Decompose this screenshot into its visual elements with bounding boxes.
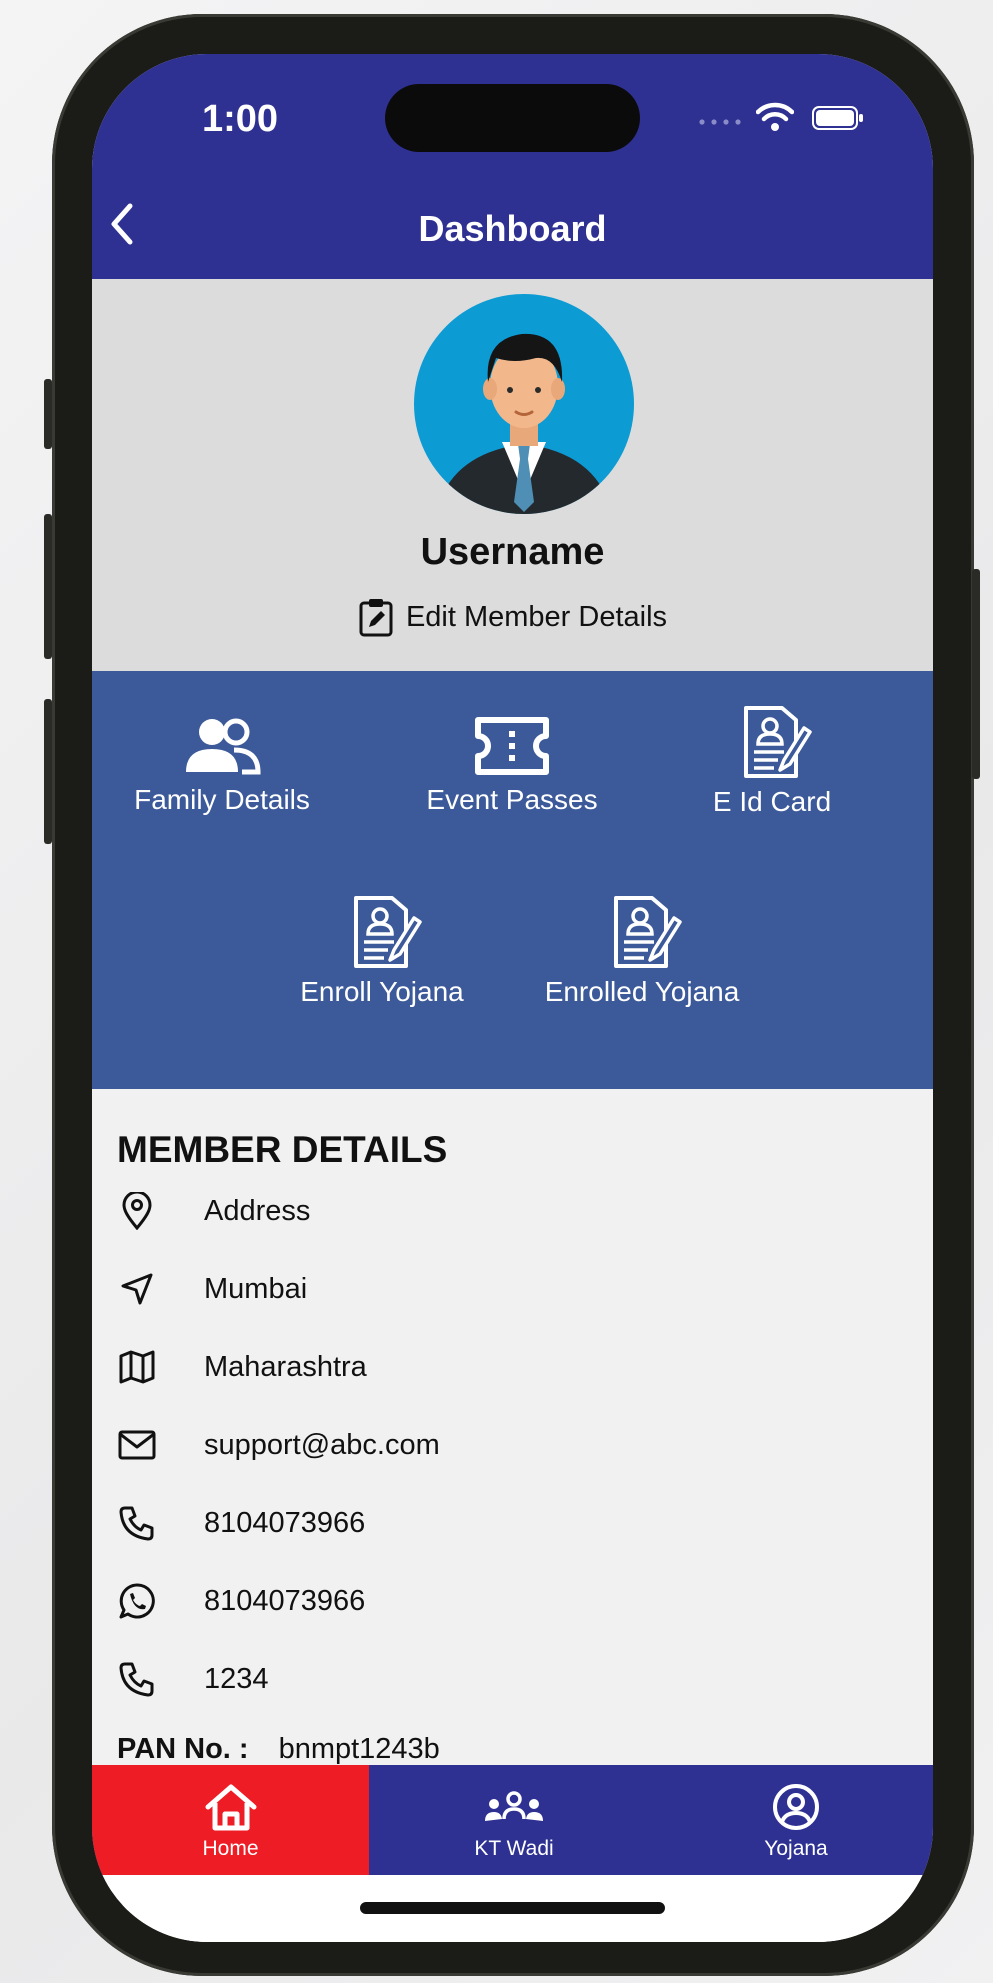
page-title: Dashboard	[418, 208, 607, 249]
mute-switch	[44, 379, 52, 449]
detail-row-city: Mumbai	[117, 1264, 307, 1314]
detail-row-phone[interactable]: 8104073966	[117, 1498, 365, 1548]
enroll-yojana-button[interactable]: Enroll Yojana	[262, 896, 502, 1008]
status-time: 1:00	[202, 98, 279, 140]
quick-actions: Family Details Event Passes E Id Card En…	[92, 671, 933, 1089]
detail-value: 1234	[204, 1662, 269, 1695]
detail-value: 8104073966	[204, 1584, 366, 1617]
tab-label: Home	[202, 1837, 259, 1860]
form-icon	[354, 896, 422, 968]
action-label: E Id Card	[712, 786, 832, 817]
action-label: Event Passes	[426, 784, 598, 815]
phone-icon	[119, 1662, 154, 1697]
id-card-icon	[744, 706, 812, 778]
detail-row-address: Address	[117, 1186, 310, 1236]
detail-value: 8104073966	[204, 1506, 366, 1539]
ticket-icon	[475, 717, 549, 775]
mail-icon	[118, 1430, 156, 1460]
tab-yojana[interactable]: Yojana	[659, 1765, 933, 1875]
tab-label: Yojana	[764, 1837, 828, 1860]
member-details-section: MEMBER DETAILS Address Mumbai Maharashtr…	[92, 1089, 933, 1765]
edit-member-details-label: Edit Member Details	[405, 600, 668, 633]
detail-row-pan: PAN No. : bnmpt1243b	[117, 1724, 440, 1765]
signal-icon	[699, 119, 741, 125]
detail-value: Mumbai	[204, 1272, 308, 1305]
family-icon	[186, 718, 261, 775]
detail-row-whatsapp[interactable]: 8104073966	[117, 1576, 365, 1626]
avatar[interactable]	[414, 294, 634, 514]
username: Username	[420, 531, 605, 573]
whatsapp-icon	[119, 1583, 155, 1619]
member-details-title: MEMBER DETAILS	[117, 1129, 448, 1170]
action-label: Enroll Yojana	[300, 976, 464, 1007]
home-icon	[205, 1784, 256, 1831]
home-indicator[interactable]	[360, 1902, 665, 1914]
power-button	[972, 569, 980, 779]
action-label: Family Details	[134, 784, 310, 815]
detail-row-phone-alt[interactable]: 1234	[117, 1654, 269, 1704]
dynamic-island	[385, 84, 640, 152]
detail-value: Maharashtra	[204, 1350, 367, 1383]
detail-value: Address	[204, 1194, 311, 1227]
detail-row-state: Maharashtra	[117, 1342, 367, 1392]
action-label: Enrolled Yojana	[544, 976, 740, 1007]
battery-icon	[812, 106, 863, 130]
tab-kt-wadi[interactable]: KT Wadi	[369, 1765, 659, 1875]
navigation-icon	[121, 1273, 153, 1305]
map-icon	[119, 1350, 155, 1384]
tab-home[interactable]: Home	[92, 1765, 369, 1875]
group-icon	[485, 1791, 543, 1821]
app-header: 1:00 Dashboard	[92, 54, 933, 279]
volume-down-button	[44, 699, 52, 844]
wifi-icon	[756, 102, 794, 131]
user-circle-icon	[773, 1784, 819, 1830]
volume-up-button	[44, 514, 52, 659]
enrolled-yojana-button[interactable]: Enrolled Yojana	[522, 896, 762, 1008]
location-pin-icon	[122, 1192, 152, 1230]
clipboard-edit-icon	[359, 599, 393, 637]
phone-icon	[119, 1506, 154, 1541]
pan-label: PAN No. :	[117, 1732, 249, 1765]
home-indicator-area	[92, 1875, 933, 1942]
profile-section: Username Edit Member Details	[92, 279, 933, 671]
tab-label: KT Wadi	[474, 1837, 554, 1860]
screen: 1:00 Dashboard Username Edit Member Deta…	[92, 54, 933, 1942]
edit-member-details-button[interactable]: Edit Member Details	[92, 597, 933, 637]
form-icon	[614, 896, 682, 968]
family-details-button[interactable]: Family Details	[102, 716, 342, 816]
bottom-tab-bar: Home KT Wadi Yojana	[92, 1765, 933, 1875]
detail-value: support@abc.com	[204, 1428, 440, 1461]
pan-value: bnmpt1243b	[278, 1732, 440, 1765]
detail-row-email[interactable]: support@abc.com	[117, 1420, 440, 1470]
event-passes-button[interactable]: Event Passes	[392, 716, 632, 816]
e-id-card-button[interactable]: E Id Card	[652, 706, 892, 818]
